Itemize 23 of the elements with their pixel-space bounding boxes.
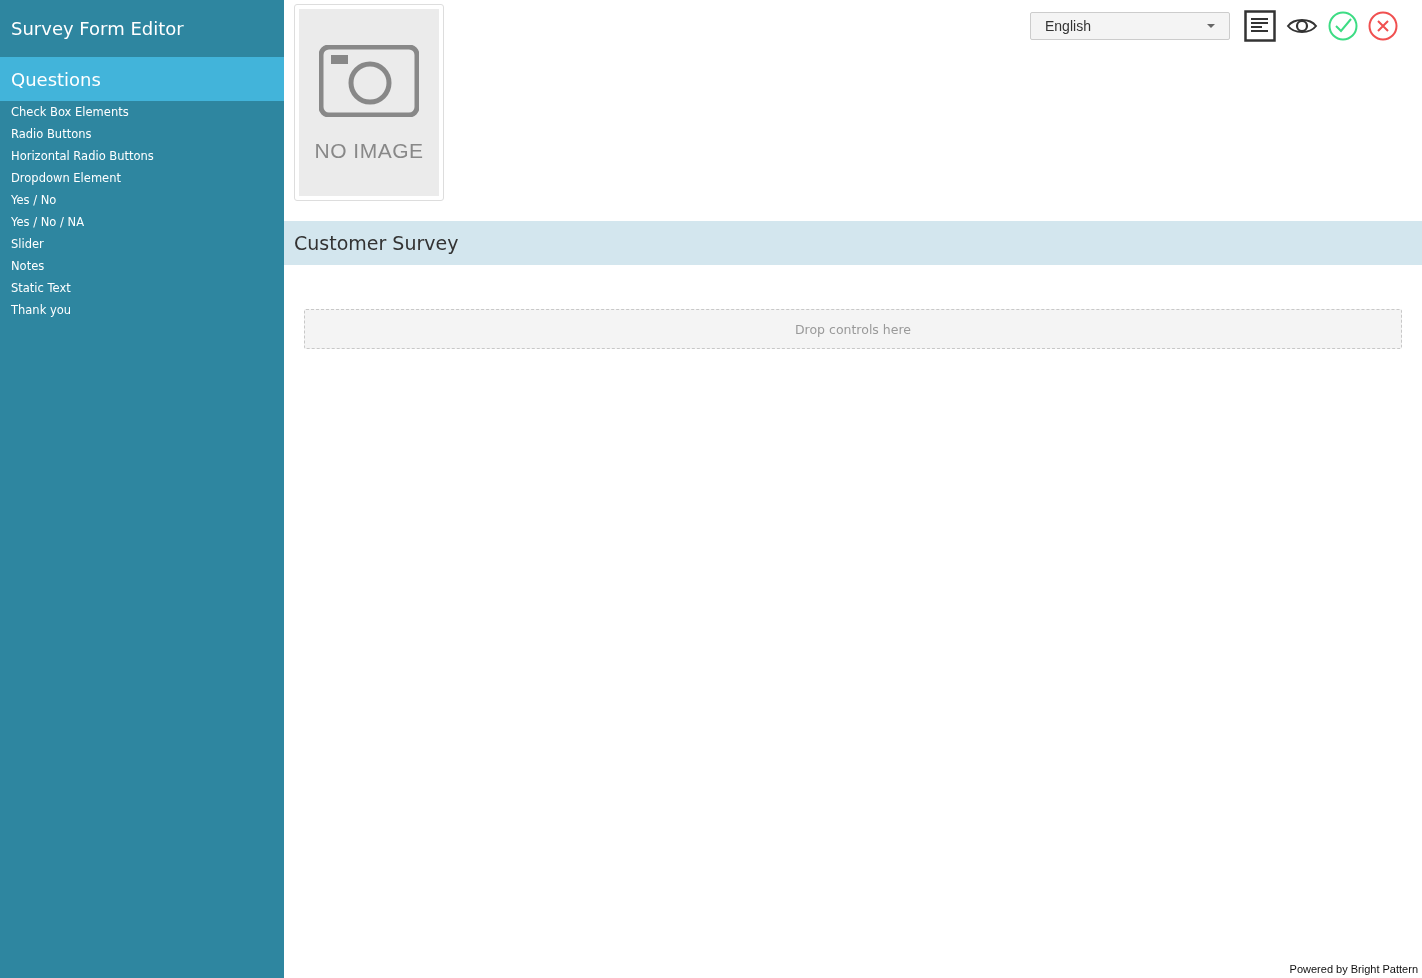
question-type-item[interactable]: Static Text [0,277,82,299]
question-type-item[interactable]: Yes / No / NA [0,211,96,233]
question-type-item[interactable]: Dropdown Element [0,167,132,189]
close-icon[interactable] [1368,11,1398,41]
caret-icon [1207,24,1215,28]
app-title: Survey Form Editor [11,18,184,39]
questions-header: Questions [0,57,284,101]
footer-credit: Powered by Bright Pattern [1289,963,1418,975]
question-type-item[interactable]: Slider [0,233,55,255]
no-image-caption: NO IMAGE [314,139,424,163]
save-check-icon[interactable] [1328,11,1358,41]
question-type-item[interactable]: Yes / No [0,189,68,211]
document-icon[interactable] [1244,10,1276,42]
question-type-item[interactable]: Thank you [0,299,83,321]
question-type-item[interactable]: Notes [0,255,56,277]
drop-zone[interactable]: Drop controls here [304,309,1402,349]
camera-icon [319,45,419,117]
language-dropdown[interactable]: English [1030,12,1230,40]
question-type-item[interactable]: Horizontal Radio Buttons [0,145,165,167]
form-title: Customer Survey [294,232,459,254]
question-type-item[interactable]: Radio Buttons [0,123,103,145]
question-type-item[interactable]: Check Box Elements [0,101,140,123]
preview-eye-icon[interactable] [1286,16,1318,36]
